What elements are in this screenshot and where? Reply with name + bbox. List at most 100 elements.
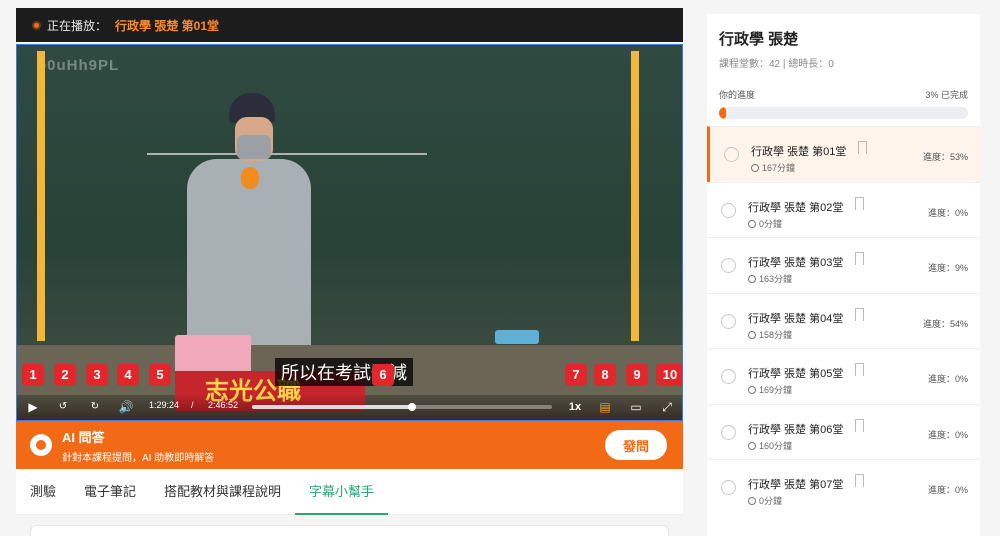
lesson-progress: 進度：0% [927, 374, 968, 384]
lesson-progress: 進度：54% [922, 318, 968, 329]
play-button[interactable]: ▶ [23, 398, 43, 416]
bookmark-icon[interactable] [855, 418, 864, 432]
lesson-title: 行政學 張楚 第05堂 [748, 368, 844, 380]
marker-6: 6 [372, 364, 394, 386]
seek-bar-remaining[interactable] [412, 405, 552, 409]
clock-icon [748, 386, 756, 394]
course-sidebar: 行政學 張楚 課程堂數：42 | 總時長：0 你的進度 3% 已完成 行政學 張… [707, 14, 980, 536]
lesson-title: 行政學 張楚 第03堂 [748, 257, 844, 269]
lesson-item[interactable]: 行政學 張楚 第05堂 169分鐘 進度：0% [707, 348, 980, 404]
playing-indicator-icon [32, 20, 41, 30]
lesson-status-icon [721, 369, 736, 384]
bookmark-icon[interactable] [858, 141, 867, 154]
bookmark-icon[interactable] [855, 196, 864, 210]
progress-label: 你的進度 [719, 90, 756, 100]
marker-7: 7 [565, 364, 587, 386]
lesson-title: 行政學 張楚 第01堂 [751, 146, 847, 158]
marker-9: 9 [626, 364, 648, 386]
volume-button[interactable]: 🔊 [116, 398, 136, 416]
bookmark-icon[interactable] [855, 363, 864, 376]
ai-assistant-icon [30, 434, 52, 456]
course-player-page: 正在播放： 行政學 張楚 第01堂 o0uHh9PL 志光公職 所以在考試刪減 … [0, 0, 1000, 536]
lesson-duration: 0分鐘 [759, 218, 783, 229]
course-meta: 課程堂數：42 | 總時長：0 [719, 59, 834, 70]
lesson-duration: 160分鐘 [759, 440, 793, 451]
lesson-item[interactable]: 行政學 張楚 第02堂 0分鐘 進度：0% [707, 181, 980, 238]
now-playing-bar: 正在播放： 行政學 張楚 第01堂 [16, 8, 683, 42]
ask-button[interactable]: 發問 [605, 430, 667, 460]
marker-1: 1 [22, 364, 44, 386]
bookmark-icon[interactable] [855, 474, 864, 487]
tab-subtitle-helper[interactable]: 字幕小幫手 [295, 469, 389, 515]
now-playing-label: 正在播放： [47, 18, 108, 33]
clock-icon [748, 275, 756, 283]
rewind-10-button[interactable]: ↺ [53, 398, 73, 416]
player-controls: ▶ ↺ ↻ 🔊 1:29:24 / 2:46:52 1x ▤ ▭ ⤢ [17, 394, 682, 420]
course-progress-fill [719, 107, 727, 119]
video-watermark: o0uHh9PL [37, 57, 120, 74]
clock-icon [748, 497, 756, 505]
lesson-item[interactable]: 行政學 張楚 第01堂 167分鐘 進度：53% [707, 126, 980, 182]
theater-mode-icon[interactable]: ▭ [626, 398, 646, 416]
lesson-status-icon [724, 147, 739, 162]
microphone-icon [241, 167, 259, 189]
current-time: 1:29:24 [149, 400, 180, 410]
lesson-status-icon [721, 480, 736, 495]
clock-icon [751, 164, 759, 172]
forward-10-button[interactable]: ↻ [85, 398, 105, 416]
time-separator: / [191, 400, 194, 410]
bookmark-icon[interactable] [855, 307, 864, 321]
video-player[interactable]: o0uHh9PL 志光公職 所以在考試刪減 1 2 3 4 5 6 7 8 9 … [16, 44, 683, 421]
lesson-item[interactable]: 行政學 張楚 第03堂 163分鐘 進度：9% [707, 237, 980, 293]
clock-icon [748, 330, 756, 339]
tab-notes[interactable]: 電子筆記 [70, 469, 150, 515]
tab-quiz[interactable]: 測驗 [16, 469, 70, 515]
lesson-status-icon [721, 202, 736, 218]
marker-10: 10 [656, 364, 682, 386]
duration: 2:46:52 [208, 400, 239, 410]
lesson-duration: 163分鐘 [759, 274, 793, 284]
marker-5: 5 [149, 364, 171, 386]
seek-handle[interactable] [408, 403, 416, 411]
lesson-item[interactable]: 行政學 張楚 第07堂 0分鐘 進度：0% [707, 459, 980, 515]
ai-qa-subtitle: 針對本課程提問，AI 助教即時解答 [62, 452, 215, 464]
speed-button[interactable]: 1x [565, 398, 585, 416]
lesson-item[interactable]: 行政學 張楚 第06堂 160分鐘 進度：0% [707, 403, 980, 460]
marker-8: 8 [594, 364, 616, 386]
now-playing-title: 行政學 張楚 第01堂 [115, 18, 220, 33]
marker-4: 4 [117, 364, 139, 386]
progress-value: 3% 已完成 [925, 90, 968, 100]
course-progress-bar [719, 107, 968, 119]
marker-3: 3 [86, 364, 108, 386]
lesson-status-icon [721, 313, 736, 329]
lesson-progress: 進度：0% [927, 207, 968, 218]
ai-qa-title: AI 問答 [62, 429, 105, 445]
fullscreen-icon[interactable]: ⤢ [657, 398, 677, 416]
clock-icon [748, 219, 756, 228]
course-header: 行政學 張楚 課程堂數：42 | 總時長：0 你的進度 3% 已完成 [707, 14, 980, 126]
seek-bar-played[interactable] [252, 405, 412, 409]
lesson-duration: 167分鐘 [762, 163, 796, 173]
lesson-progress: 進度：0% [927, 429, 968, 440]
lesson-progress: 進度：9% [927, 263, 968, 273]
lesson-status-icon [721, 258, 736, 273]
lesson-status-icon [721, 424, 736, 440]
lesson-title: 行政學 張楚 第04堂 [748, 312, 844, 325]
desk-object [495, 330, 539, 344]
lesson-title: 行政學 張楚 第02堂 [748, 201, 844, 214]
lesson-item[interactable]: 行政學 張楚 第04堂 158分鐘 進度：54% [707, 292, 980, 349]
board-rail-right [631, 51, 639, 341]
lesson-progress: 進度：0% [927, 485, 968, 495]
content-tabs: 測驗 電子筆記 搭配教材與課程說明 字幕小幫手 [16, 469, 683, 515]
subtitles-icon[interactable]: ▤ [595, 398, 615, 416]
marker-2: 2 [54, 364, 76, 386]
lesson-duration: 169分鐘 [759, 385, 793, 395]
lesson-progress: 進度：53% [922, 152, 968, 162]
lesson-title: 行政學 張楚 第06堂 [748, 423, 844, 436]
clock-icon [748, 441, 756, 450]
tab-materials[interactable]: 搭配教材與課程說明 [150, 469, 295, 515]
lesson-duration: 158分鐘 [759, 329, 793, 340]
ai-qa-bar: AI 問答 針對本課程提問，AI 助教即時解答 發問 [16, 421, 683, 469]
course-title: 行政學 張楚 [719, 31, 799, 48]
bookmark-icon[interactable] [855, 252, 864, 265]
